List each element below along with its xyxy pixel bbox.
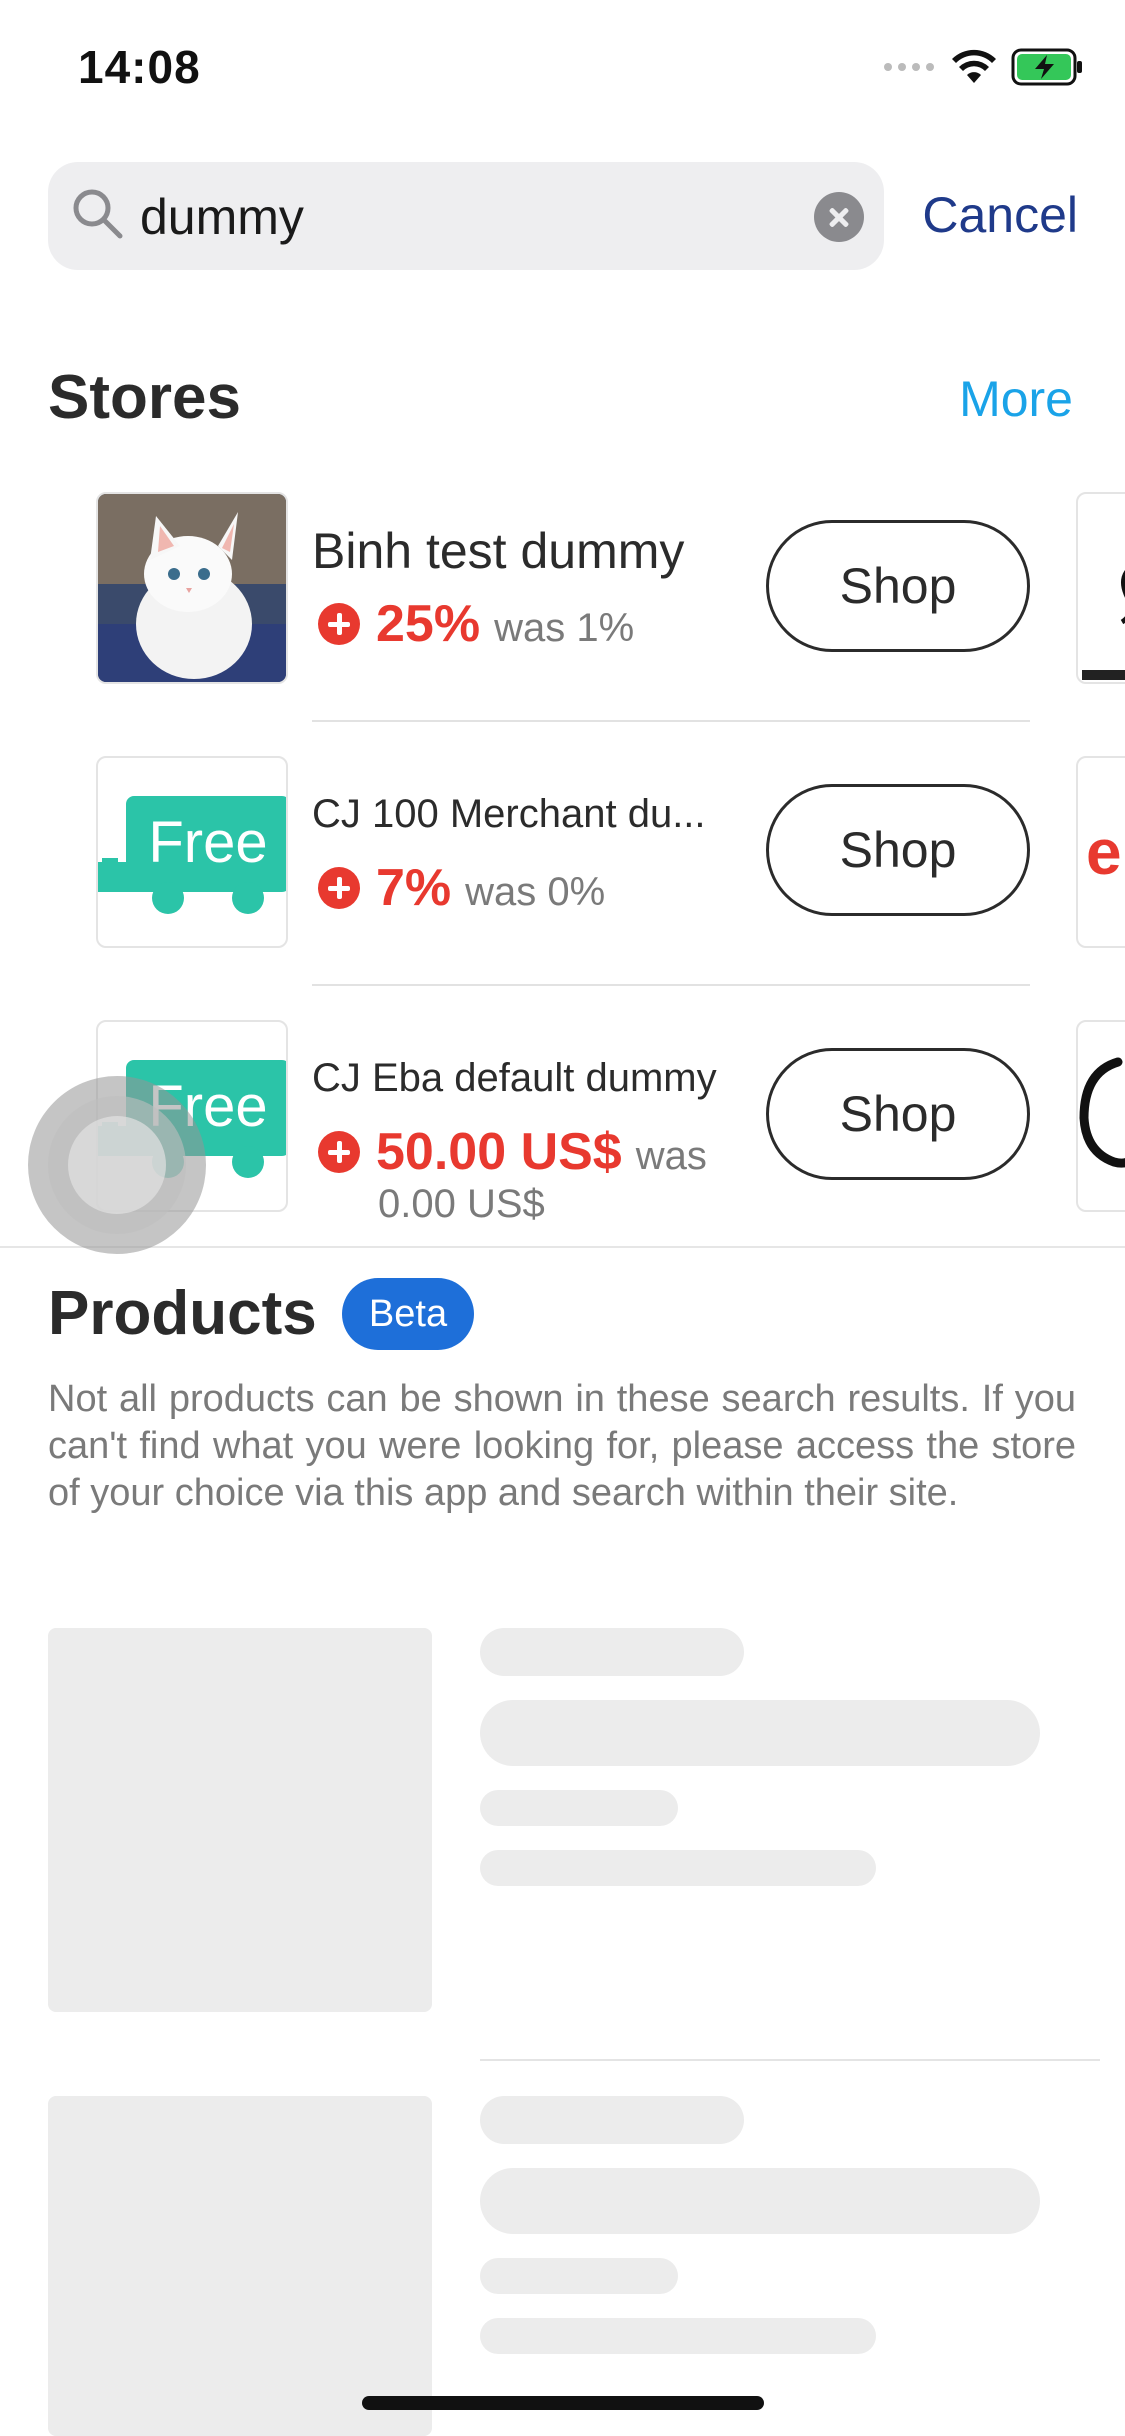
status-time: 14:08	[78, 41, 201, 93]
status-bar: 14:08	[0, 0, 1125, 140]
previous-rate-value: 0.00 US$	[378, 1182, 545, 1226]
search-row: dummy Cancel	[48, 162, 1078, 270]
assistive-touch-core	[68, 1116, 166, 1214]
previous-rate: was 1%	[494, 606, 635, 650]
battery-charging-icon	[1011, 48, 1082, 86]
store-row[interactable]: Free CJ Eba default dummy 50.00 US$ was …	[96, 1020, 1125, 1280]
plus-circle-icon	[318, 1131, 360, 1173]
previous-rate-label: was	[635, 1134, 707, 1178]
search-input[interactable]: dummy	[48, 162, 884, 270]
cashback-rate: 25% was 1%	[318, 594, 634, 654]
skeleton-image	[48, 2096, 432, 2436]
store-row[interactable]: Binh test dummy 25% was 1% Shop	[96, 492, 1125, 752]
home-indicator[interactable]	[362, 2396, 764, 2410]
kitten-photo-icon	[98, 494, 286, 682]
skeleton-line	[480, 1790, 678, 1826]
shop-button[interactable]: Shop	[766, 784, 1030, 916]
row-divider	[480, 2059, 1100, 2061]
store-name: CJ 100 Merchant du...	[312, 792, 706, 836]
more-stores-link[interactable]: More	[959, 370, 1073, 428]
search-icon	[73, 189, 123, 239]
cancel-button[interactable]: Cancel	[922, 186, 1078, 244]
products-section-title: Products	[48, 1279, 317, 1348]
partial-logo-icon	[1079, 1057, 1125, 1168]
assistive-touch-button[interactable]	[28, 1076, 206, 1254]
skeleton-line	[480, 1850, 876, 1886]
skeleton-line	[480, 2168, 1040, 2234]
cellular-signal-icon	[884, 63, 934, 71]
cashback-rate-value: 25%	[376, 595, 481, 653]
cashback-rate: 7% was 0%	[318, 858, 605, 918]
skeleton-line	[480, 2318, 876, 2354]
section-divider	[0, 1246, 1125, 1248]
skeleton-line	[480, 1700, 1040, 1766]
search-query-text[interactable]: dummy	[140, 188, 304, 246]
skeleton-image	[48, 1628, 432, 2012]
cashback-rate-value: 50.00 US$	[376, 1123, 622, 1181]
store-name: CJ Eba default dummy	[312, 1056, 717, 1100]
next-store-logo-peek[interactable]: e	[1076, 756, 1125, 948]
next-store-logo-peek[interactable]	[1076, 1020, 1125, 1212]
shop-button[interactable]: Shop	[766, 520, 1030, 652]
products-disclaimer: Not all products can be shown in these s…	[48, 1378, 1076, 1514]
beta-badge: Beta	[342, 1278, 474, 1350]
status-icons	[883, 48, 1085, 86]
store-logo-kitten	[96, 492, 288, 684]
row-divider	[312, 984, 1030, 986]
partial-logo-letter: e	[1086, 816, 1122, 888]
stores-section-title: Stores	[48, 363, 241, 432]
skeleton-line	[480, 2096, 744, 2144]
previous-rate: was 0%	[465, 870, 606, 914]
cashback-rate-value: 7%	[376, 859, 452, 917]
store-name: Binh test dummy	[312, 523, 685, 579]
cashback-rate: 50.00 US$ was	[318, 1122, 707, 1182]
store-logo-free-truck: Free	[96, 756, 288, 948]
plus-circle-icon	[318, 867, 360, 909]
skeleton-line	[480, 2258, 678, 2294]
plus-circle-icon	[318, 603, 360, 645]
partial-logo-icon: e	[1086, 816, 1122, 888]
skeleton-line	[480, 1628, 744, 1676]
partial-logo-icon	[1082, 570, 1125, 680]
clear-search-icon[interactable]	[814, 192, 864, 242]
wifi-icon	[952, 49, 996, 83]
free-logo-text: Free	[148, 810, 267, 875]
free-truck-icon: Free	[98, 796, 286, 914]
row-divider	[312, 720, 1030, 722]
shop-button[interactable]: Shop	[766, 1048, 1030, 1180]
store-row[interactable]: Free CJ 100 Merchant du... 7% was 0% Sho…	[96, 756, 1125, 1016]
next-store-logo-peek[interactable]	[1076, 492, 1125, 684]
